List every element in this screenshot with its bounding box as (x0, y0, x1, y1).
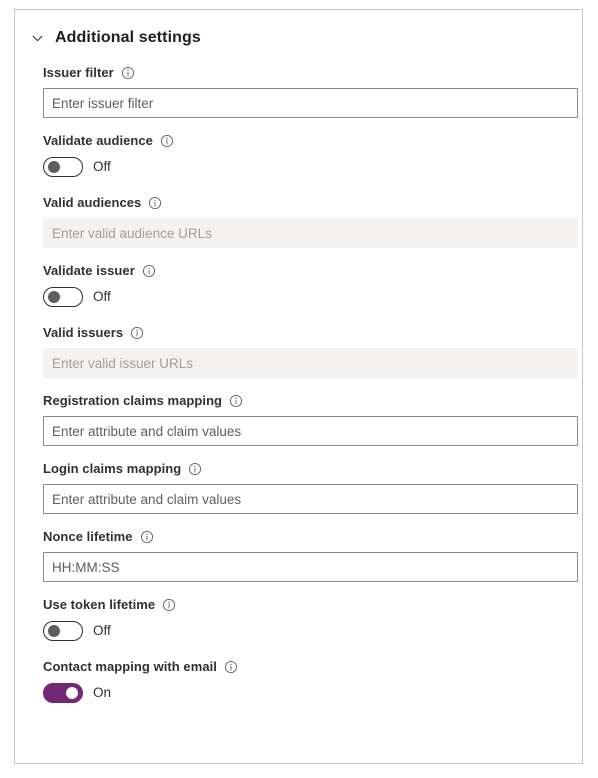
text-field-nonce_lifetime: Nonce lifetime (43, 528, 578, 582)
toggle-thumb (66, 687, 78, 699)
settings-field-list: Issuer filter Validate audience (29, 64, 578, 704)
input-valid_audiences (43, 218, 578, 248)
info-icon[interactable] (140, 530, 154, 544)
field-label-row: Login claims mapping (43, 460, 562, 478)
info-icon[interactable] (148, 196, 162, 210)
field-label-issuer_filter: Issuer filter (43, 65, 114, 80)
toggle-state-label-use_token_lifetime: Off (93, 623, 111, 638)
field-label-row: Validate issuer (43, 262, 562, 280)
info-icon[interactable] (130, 326, 144, 340)
field-label-valid_audiences: Valid audiences (43, 195, 142, 210)
field-label-row: Issuer filter (43, 64, 562, 82)
input-login_claims_mapping[interactable] (43, 484, 578, 514)
toggle-row: Off (43, 620, 562, 642)
text-field-valid_issuers: Valid issuers (43, 324, 578, 378)
info-icon[interactable] (224, 660, 238, 674)
additional-settings-card: Additional settings Issuer filter Valida… (14, 9, 583, 764)
field-label-validate_audience: Validate audience (43, 133, 153, 148)
toggle-state-label-contact_mapping_with_email: On (93, 685, 112, 700)
field-label-row: Registration claims mapping (43, 392, 562, 410)
toggle-state-label-validate_issuer: Off (93, 289, 111, 304)
toggle-switch-contact_mapping_with_email[interactable] (43, 683, 83, 703)
section-title: Additional settings (55, 29, 201, 46)
text-field-registration_claims_mapping: Registration claims mapping (43, 392, 578, 446)
additional-settings-section-header[interactable]: Additional settings (29, 24, 562, 52)
field-label-registration_claims_mapping: Registration claims mapping (43, 393, 223, 408)
field-label-row: Contact mapping with email (43, 658, 562, 676)
toggle-row: Off (43, 286, 562, 308)
input-registration_claims_mapping[interactable] (43, 416, 578, 446)
input-issuer_filter[interactable] (43, 88, 578, 118)
info-icon[interactable] (188, 462, 202, 476)
toggle-row: On (43, 682, 562, 704)
input-valid_issuers (43, 348, 578, 378)
toggle-switch-validate_issuer[interactable] (43, 287, 83, 307)
toggle-row: Off (43, 156, 562, 178)
toggle-field-validate_audience: Validate audience Off (43, 132, 562, 178)
field-label-nonce_lifetime: Nonce lifetime (43, 529, 133, 544)
field-label-valid_issuers: Valid issuers (43, 325, 124, 340)
toggle-thumb (48, 291, 60, 303)
field-label-row: Valid audiences (43, 194, 562, 212)
info-icon[interactable] (160, 134, 174, 148)
text-field-login_claims_mapping: Login claims mapping (43, 460, 578, 514)
toggle-field-validate_issuer: Validate issuer Off (43, 262, 562, 308)
text-field-valid_audiences: Valid audiences (43, 194, 578, 248)
field-label-use_token_lifetime: Use token lifetime (43, 597, 156, 612)
info-icon[interactable] (121, 66, 135, 80)
chevron-down-icon[interactable] (29, 30, 45, 46)
toggle-state-label-validate_audience: Off (93, 159, 111, 174)
input-nonce_lifetime[interactable] (43, 552, 578, 582)
field-label-row: Validate audience (43, 132, 562, 150)
info-icon[interactable] (229, 394, 243, 408)
toggle-field-use_token_lifetime: Use token lifetime Off (43, 596, 562, 642)
info-icon[interactable] (142, 264, 156, 278)
text-field-issuer_filter: Issuer filter (43, 64, 578, 118)
field-label-login_claims_mapping: Login claims mapping (43, 461, 182, 476)
toggle-switch-validate_audience[interactable] (43, 157, 83, 177)
field-label-row: Use token lifetime (43, 596, 562, 614)
toggle-thumb (48, 625, 60, 637)
field-label-contact_mapping_with_email: Contact mapping with email (43, 659, 217, 674)
field-label-validate_issuer: Validate issuer (43, 263, 135, 278)
field-label-row: Nonce lifetime (43, 528, 562, 546)
toggle-switch-use_token_lifetime[interactable] (43, 621, 83, 641)
toggle-field-contact_mapping_with_email: Contact mapping with email On (43, 658, 562, 704)
toggle-thumb (48, 161, 60, 173)
field-label-row: Valid issuers (43, 324, 562, 342)
info-icon[interactable] (162, 598, 176, 612)
